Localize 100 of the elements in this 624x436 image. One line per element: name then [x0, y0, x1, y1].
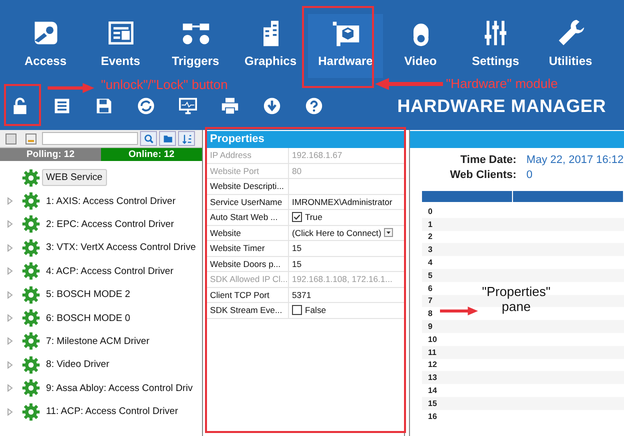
- property-value: 192.168.1.67: [292, 150, 342, 160]
- tree-item[interactable]: 5: BOSCH MODE 2: [42, 286, 134, 304]
- search-field[interactable]: [42, 132, 138, 145]
- property-value: 15: [292, 258, 302, 269]
- property-name: IP Address: [206, 148, 289, 162]
- module-tab[interactable]: Video: [383, 14, 458, 78]
- row-number: 9: [427, 322, 432, 332]
- row-number: 12: [427, 360, 437, 370]
- property-name: SDK Allowed IP Cl...: [206, 272, 289, 286]
- annotation-label: "Properties" pane: [482, 284, 550, 314]
- download-button[interactable]: [262, 96, 282, 116]
- property-value: False: [305, 305, 326, 316]
- tree-item[interactable]: 2: EPC: Access Control Driver: [42, 216, 178, 233]
- property-name: Service UserName: [206, 194, 289, 209]
- row-number: 10: [427, 334, 437, 344]
- row-number: 13: [427, 373, 437, 382]
- property-name: Website Port: [206, 164, 289, 178]
- sort-alpha-icon[interactable]: [5, 132, 17, 144]
- property-value: 80: [292, 166, 302, 176]
- folder-button[interactable]: [159, 131, 176, 146]
- monitor-icon: [178, 97, 198, 115]
- properties-header: Properties: [206, 131, 404, 148]
- expand-triangle-icon[interactable]: [7, 220, 13, 228]
- tree-item[interactable]: WEB Service: [42, 169, 107, 186]
- help-icon: [305, 97, 323, 115]
- expand-triangle-icon[interactable]: [7, 267, 13, 276]
- checkbox[interactable]: [292, 305, 302, 316]
- row-number: 7: [427, 296, 432, 306]
- property-name: Website Doors p...: [206, 256, 289, 271]
- printer-icon: [220, 97, 240, 115]
- refresh-button[interactable]: [136, 96, 156, 116]
- time-date-label: Time Date:: [459, 154, 516, 166]
- row-number: 11: [427, 348, 436, 357]
- monitor-button[interactable]: [178, 96, 198, 116]
- list-icon: [53, 97, 71, 115]
- property-value: True: [305, 212, 322, 222]
- refresh-icon: [137, 97, 155, 115]
- tree-item[interactable]: 9: Assa Abloy: Access Control Driv: [42, 380, 197, 397]
- web-clients-value: 0: [526, 169, 534, 181]
- row-number: 3: [427, 245, 432, 254]
- sort-button[interactable]: [178, 131, 195, 146]
- expand-triangle-icon[interactable]: [7, 408, 13, 416]
- property-name: Website: [206, 226, 289, 240]
- property-value: 15: [292, 243, 302, 254]
- row-number: 1: [427, 220, 432, 229]
- tree-item[interactable]: 11: ACP: Access Control Driver: [42, 403, 182, 420]
- search-icon: [144, 134, 154, 144]
- expand-triangle-icon[interactable]: [7, 337, 13, 346]
- property-name: Client TCP Port: [206, 288, 289, 302]
- dropdown-icon[interactable]: [384, 228, 394, 238]
- expand-triangle-icon[interactable]: [7, 290, 13, 299]
- module-tab[interactable]: Triggers: [158, 14, 233, 78]
- expand-triangle-icon[interactable]: [7, 244, 13, 252]
- annotation-arrow: [375, 78, 443, 90]
- tree-item[interactable]: 1: AXIS: Access Control Driver: [42, 192, 180, 210]
- row-number: 8: [427, 309, 432, 318]
- save-button[interactable]: [94, 96, 114, 116]
- expand-triangle-icon[interactable]: [7, 197, 13, 206]
- annotation-frame: [4, 84, 41, 126]
- search-button[interactable]: [140, 131, 157, 146]
- sort-icon: [182, 134, 192, 144]
- sort-number-icon[interactable]: [25, 132, 37, 144]
- help-button[interactable]: [304, 96, 324, 116]
- annotation-label: "unlock"/"Lock" button: [101, 77, 228, 92]
- module-tab[interactable]: Utilities: [533, 14, 608, 78]
- tree-item[interactable]: 7: Milestone ACM Driver: [42, 332, 154, 350]
- row-number: 0: [427, 206, 432, 216]
- annotation-label: "Hardware" module: [446, 76, 558, 91]
- row-number: 15: [427, 398, 437, 408]
- row-number: 4: [427, 258, 432, 268]
- module-tab[interactable]: Access: [8, 14, 83, 78]
- tree-item[interactable]: 4: ACP: Access Control Driver: [42, 262, 178, 280]
- property-name: Auto Start Web ...: [206, 210, 289, 224]
- property-value: 192.168.1.108, 172.16.1...: [292, 274, 392, 284]
- module-tab[interactable]: Events: [83, 14, 158, 78]
- list-button[interactable]: [52, 96, 72, 116]
- checkbox[interactable]: [292, 212, 302, 222]
- gear-icon: [22, 238, 40, 257]
- module-tab[interactable]: Graphics: [233, 14, 308, 78]
- row-number: 2: [427, 232, 432, 242]
- tree-item[interactable]: 8: Video Driver: [42, 356, 114, 374]
- gear-icon: [22, 379, 40, 398]
- expand-triangle-icon[interactable]: [7, 384, 13, 392]
- tree-item[interactable]: 3: VTX: VertX Access Control Drive: [42, 239, 200, 256]
- gear-icon: [22, 262, 40, 280]
- property-name: Website Descripti...: [206, 179, 289, 194]
- print-button[interactable]: [220, 96, 240, 116]
- module-tab[interactable]: Hardware: [308, 14, 383, 78]
- property-name: SDK Stream Eve...: [206, 303, 289, 318]
- expand-triangle-icon[interactable]: [7, 360, 13, 369]
- expand-triangle-icon[interactable]: [7, 314, 13, 322]
- module-tab[interactable]: Settings: [458, 14, 533, 78]
- tree-item[interactable]: 6: BOSCH MODE 0: [42, 310, 134, 327]
- web-clients-label: Web Clients:: [450, 169, 516, 181]
- row-number: 14: [427, 386, 437, 396]
- gear-icon: [22, 356, 40, 374]
- row-number: 16: [427, 412, 437, 421]
- annotation-arrow: [440, 305, 478, 317]
- online-count: Online: 12: [101, 148, 202, 161]
- manager-title: HARDWARE MANAGER: [397, 96, 606, 116]
